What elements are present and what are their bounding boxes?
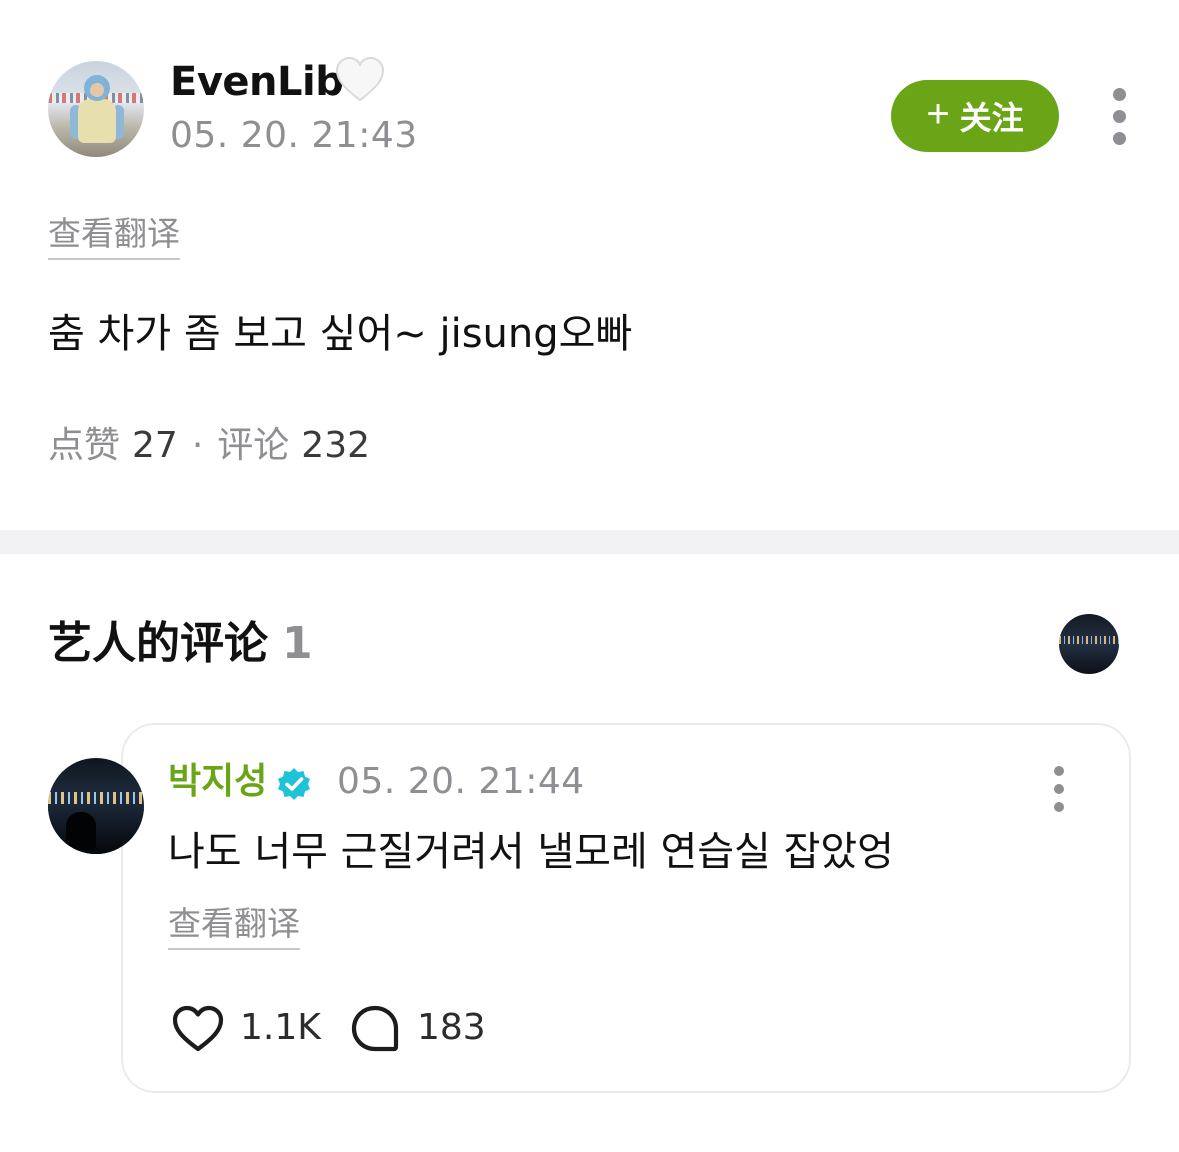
artist-avatar-small[interactable]	[1059, 614, 1119, 674]
follow-button[interactable]: + 关注	[891, 80, 1059, 152]
comment-timestamp: 05. 20. 21:44	[337, 761, 585, 802]
artist-comments-heading: 艺人的评论	[48, 618, 268, 669]
commenter-name[interactable]: 박지성	[168, 760, 267, 804]
author-name[interactable]: EvenLib	[170, 58, 344, 106]
comments-label[interactable]: 评论	[217, 425, 289, 466]
comment-bubble-icon[interactable]	[350, 1004, 400, 1054]
artist-comments-title: 艺人的评论 1	[48, 616, 313, 672]
comments-count: 232	[301, 425, 371, 466]
comment-more-menu-icon[interactable]	[1052, 766, 1066, 812]
verified-badge-icon	[278, 768, 310, 800]
post-timestamp: 05. 20. 21:43	[170, 115, 418, 156]
heart-icon[interactable]	[171, 1004, 225, 1054]
comment-replies-count: 183	[417, 1007, 486, 1048]
white-heart-icon	[335, 56, 385, 102]
section-divider	[0, 530, 1179, 554]
post-translate-link[interactable]: 查看翻译	[48, 214, 180, 260]
likes-count: 27	[132, 425, 178, 466]
follow-label: 关注	[959, 100, 1024, 136]
plus-icon: +	[926, 92, 950, 136]
comment-body-text: 나도 너무 근질거려서 낼모레 연습실 잡았엉	[168, 829, 894, 875]
author-avatar[interactable]	[48, 61, 144, 157]
comment-translate-link[interactable]: 查看翻译	[168, 904, 300, 950]
commenter-avatar[interactable]	[48, 758, 144, 854]
stats-separator: ·	[191, 425, 204, 466]
post-stats: 点赞 27 · 评论 232	[48, 424, 370, 468]
artist-comments-count: 1	[282, 618, 313, 669]
likes-label: 点赞	[48, 425, 121, 466]
post-more-menu-icon[interactable]	[1112, 88, 1126, 145]
comment-likes-count: 1.1K	[240, 1007, 321, 1048]
post-body-text: 춤 차가 좀 보고 싶어~ jisung오빠	[48, 311, 633, 357]
